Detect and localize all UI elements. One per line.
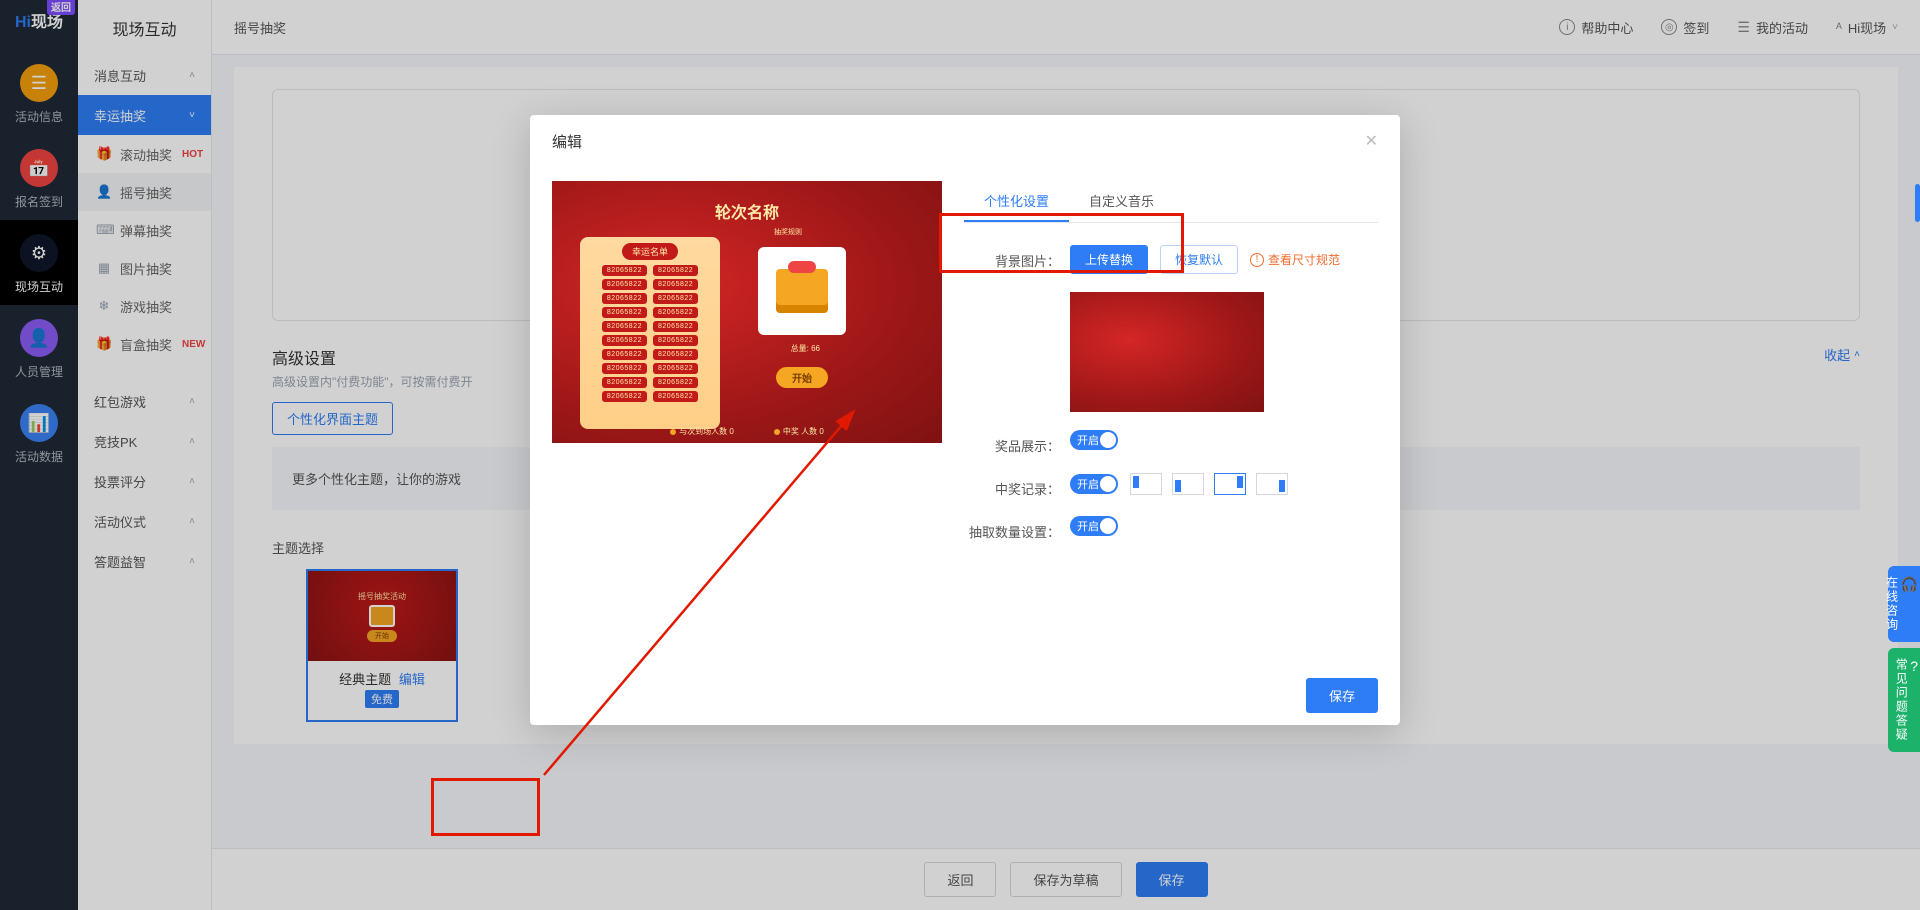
gift-icon bbox=[776, 269, 828, 313]
toggle-knob bbox=[1100, 476, 1116, 492]
toggle-label: 开启 bbox=[1077, 476, 1099, 492]
modal-preview: 轮次名称 抽奖规则 幸运名单 82065822 82065822 82065822… bbox=[552, 181, 942, 443]
reset-button[interactable]: 恢复默认 bbox=[1160, 245, 1238, 274]
num-cell: 82065822 bbox=[602, 265, 647, 276]
modal-tabs: 个性化设置 自定义音乐 bbox=[964, 181, 1378, 223]
preview-count: 总量: 66 bbox=[791, 343, 820, 354]
upload-button[interactable]: 上传替换 bbox=[1070, 245, 1148, 274]
toggle-knob bbox=[1100, 432, 1116, 448]
stat1-label: 与次到场人数 bbox=[679, 427, 727, 436]
preview-sub: 抽奖规则 bbox=[774, 227, 802, 237]
num-cell: 82065822 bbox=[602, 335, 647, 346]
pos-bottom-right[interactable] bbox=[1256, 473, 1288, 495]
num-cell: 82065822 bbox=[653, 265, 698, 276]
position-group bbox=[1130, 473, 1288, 495]
toggle-prize-show[interactable]: 开启 bbox=[1070, 430, 1118, 450]
num-cell: 82065822 bbox=[653, 335, 698, 346]
num-cell: 82065822 bbox=[653, 377, 698, 388]
toggle-record[interactable]: 开启 bbox=[1070, 474, 1118, 494]
dot-icon bbox=[670, 429, 676, 435]
label-win-record: 中奖记录： bbox=[964, 473, 1070, 498]
edit-modal: 编辑 ✕ 轮次名称 抽奖规则 幸运名单 82065822 82065822 820… bbox=[530, 115, 1400, 725]
label-prize-show: 奖品展示： bbox=[964, 430, 1070, 455]
preview-round-title: 轮次名称 bbox=[552, 199, 942, 223]
label-draw-count: 抽取数量设置： bbox=[964, 516, 1070, 541]
num-cell: 82065822 bbox=[653, 279, 698, 290]
panel-tag: 幸运名单 bbox=[622, 243, 678, 260]
question-icon: ? bbox=[1910, 658, 1920, 674]
tab-personalize[interactable]: 个性化设置 bbox=[964, 181, 1069, 222]
size-spec-link[interactable]: ! 查看尺寸规范 bbox=[1250, 251, 1340, 268]
num-cell: 82065822 bbox=[653, 363, 698, 374]
pos-bottom-left[interactable] bbox=[1172, 473, 1204, 495]
winner-panel: 幸运名单 82065822 82065822 82065822 82065822 8… bbox=[580, 237, 720, 429]
num-cell: 82065822 bbox=[602, 349, 647, 360]
float-label: 在线咨询 bbox=[1885, 576, 1899, 632]
size-label: 查看尺寸规范 bbox=[1268, 251, 1340, 268]
num-cell: 82065822 bbox=[602, 307, 647, 318]
num-cell: 82065822 bbox=[653, 349, 698, 360]
num-cell: 82065822 bbox=[602, 377, 647, 388]
preview-gift bbox=[758, 247, 846, 335]
num-cell: 82065822 bbox=[653, 293, 698, 304]
label-bg: 背景图片： bbox=[964, 245, 1070, 270]
stat2-label: 中奖 人数 bbox=[783, 427, 817, 436]
toggle-label: 开启 bbox=[1077, 518, 1099, 534]
toggle-label: 开启 bbox=[1077, 432, 1099, 448]
toggle-draw-count[interactable]: 开启 bbox=[1070, 516, 1118, 536]
preview-start-btn: 开始 bbox=[776, 367, 828, 388]
num-cell: 82065822 bbox=[602, 363, 647, 374]
pin-icon bbox=[1175, 480, 1181, 492]
pin-icon bbox=[1279, 480, 1285, 492]
float-label: 常见问题答疑 bbox=[1894, 658, 1908, 742]
label-blank bbox=[964, 292, 1070, 298]
num-cell: 82065822 bbox=[602, 293, 647, 304]
headset-icon: 🎧 bbox=[1901, 576, 1920, 593]
bg-thumbnail[interactable] bbox=[1070, 292, 1264, 412]
pos-top-right[interactable] bbox=[1214, 473, 1246, 495]
num-cell: 82065822 bbox=[602, 391, 647, 402]
warning-icon: ! bbox=[1250, 253, 1264, 267]
num-cell: 82065822 bbox=[653, 321, 698, 332]
modal-title: 编辑 bbox=[552, 131, 582, 152]
stat1-value: 0 bbox=[729, 427, 733, 436]
num-cell: 82065822 bbox=[653, 307, 698, 318]
pos-top-left[interactable] bbox=[1130, 473, 1162, 495]
num-cell: 82065822 bbox=[653, 391, 698, 402]
scroll-indicator bbox=[1915, 184, 1920, 222]
tab-custom-music[interactable]: 自定义音乐 bbox=[1069, 181, 1174, 222]
num-cell: 82065822 bbox=[602, 321, 647, 332]
toggle-knob bbox=[1100, 518, 1116, 534]
pin-icon bbox=[1237, 476, 1243, 488]
close-icon[interactable]: ✕ bbox=[1365, 131, 1378, 151]
float-online-consult[interactable]: 🎧 在线咨询 bbox=[1888, 566, 1920, 642]
dot-icon bbox=[774, 429, 780, 435]
num-cell: 82065822 bbox=[602, 279, 647, 290]
pin-icon bbox=[1133, 476, 1139, 488]
modal-save-button[interactable]: 保存 bbox=[1306, 678, 1378, 713]
float-faq[interactable]: ? 常见问题答疑 bbox=[1888, 648, 1920, 752]
stat2-value: 0 bbox=[819, 427, 823, 436]
